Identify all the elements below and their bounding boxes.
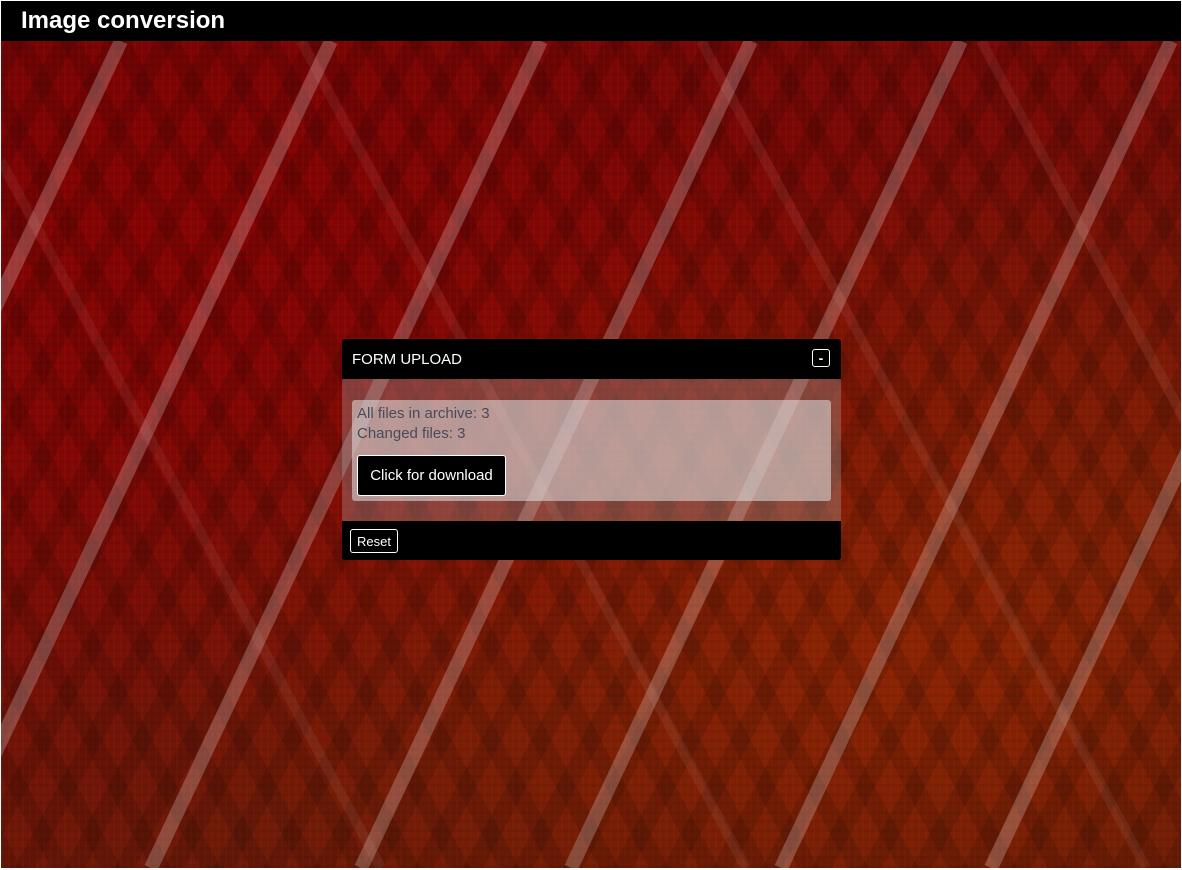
top-bar: Image conversion bbox=[1, 1, 1181, 41]
changed-files-count: Changed files: 3 bbox=[357, 425, 466, 442]
app-window: Image conversion FORM UPLOAD - All files… bbox=[1, 1, 1181, 868]
collapse-button[interactable]: - bbox=[812, 349, 830, 367]
form-upload-panel: FORM UPLOAD - All files in archive: 3 Ch… bbox=[342, 339, 841, 560]
reset-button[interactable]: Reset bbox=[350, 529, 398, 553]
panel-title: FORM UPLOAD bbox=[352, 351, 463, 368]
download-button[interactable]: Click for download bbox=[357, 455, 506, 496]
all-files-count: All files in archive: 3 bbox=[357, 405, 490, 422]
page-title: Image conversion bbox=[21, 7, 226, 34]
result-info-box: All files in archive: 3 Changed files: 3… bbox=[352, 400, 831, 501]
panel-body: All files in archive: 3 Changed files: 3… bbox=[342, 379, 841, 521]
panel-footer: Reset bbox=[342, 521, 841, 560]
panel-header: FORM UPLOAD - bbox=[342, 339, 841, 379]
